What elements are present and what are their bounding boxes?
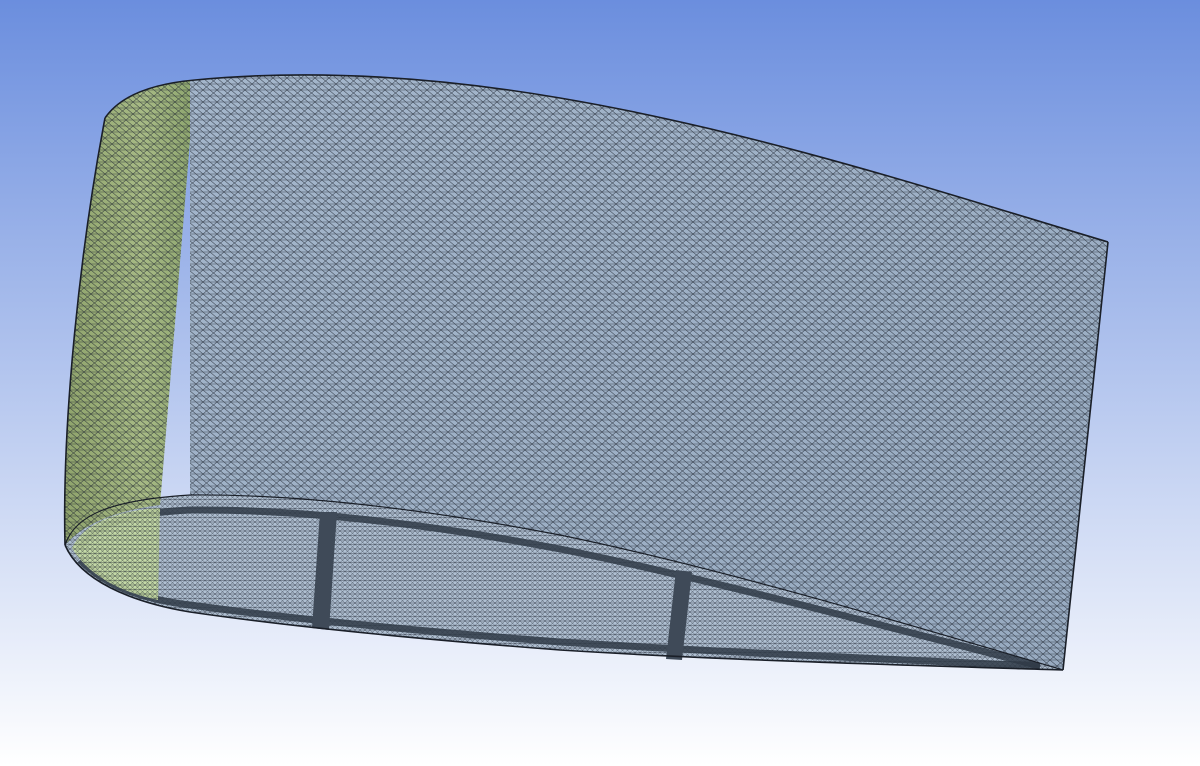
graphics-viewport[interactable] (0, 0, 1200, 766)
model-view[interactable] (0, 0, 1200, 766)
